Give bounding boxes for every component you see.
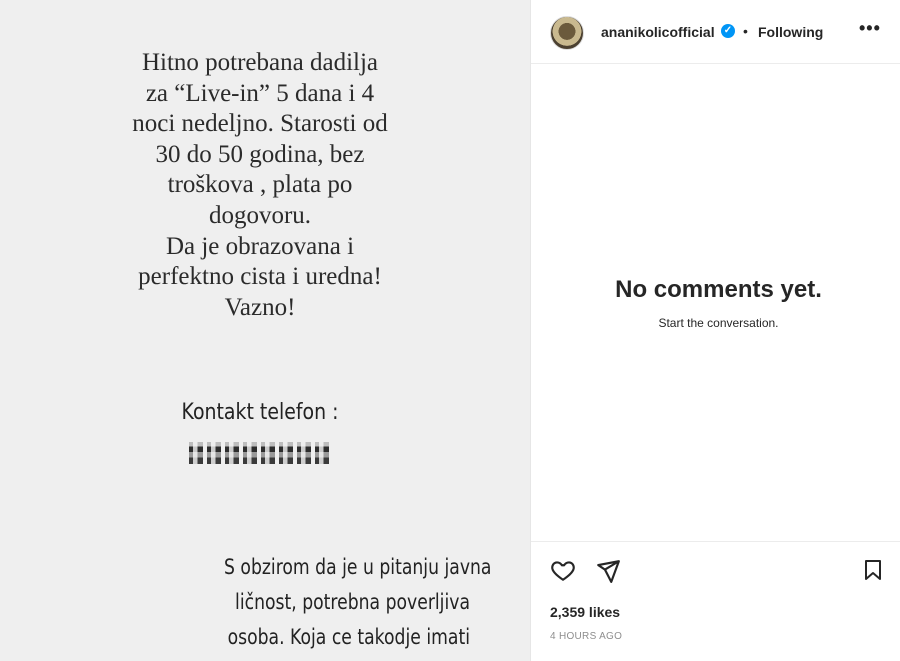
post-header: ananikolicofficial ✓ • Following •••: [531, 0, 900, 64]
ad-line: noci nedeljno. Starosti od: [132, 110, 388, 138]
pixelated-phone-number: [187, 441, 331, 465]
ad-text: Hitno potrebana dadilja za “Live-in” 5 d…: [70, 48, 450, 323]
footnote-line: S obzirom da je u pitanju javna: [224, 555, 492, 579]
ad-line: 30 do 50 godina, bez: [155, 140, 365, 168]
no-comments-title: No comments yet.: [615, 276, 822, 303]
ad-line: Da je obrazovana i: [165, 232, 355, 260]
ad-line: Hitno potrebana dadilja: [141, 49, 379, 76]
footnote-line: osoba. Koja ce takodje imati: [227, 625, 470, 649]
footnote-line: ličnost, potrebna poverljiva: [235, 590, 470, 614]
share-paper-plane-icon[interactable]: [595, 558, 621, 584]
ad-line: za “Live-in” 5 dana i 4: [145, 79, 375, 107]
ad-line: Vazno!: [224, 293, 296, 321]
contact-label: Kontakt telefon :: [181, 400, 339, 425]
ad-line: troškova , plata po: [167, 171, 353, 199]
separator-dot: •: [743, 23, 748, 39]
following-button[interactable]: Following: [758, 24, 823, 40]
username-link[interactable]: ananikolicofficial: [601, 24, 715, 40]
save-bookmark-icon[interactable]: [861, 557, 885, 583]
post-side-panel: ananikolicofficial ✓ • Following ••• No …: [530, 0, 900, 661]
start-conversation-text: Start the conversation.: [658, 316, 779, 330]
more-options-icon[interactable]: •••: [859, 18, 881, 39]
ad-line: dogovoru.: [208, 201, 312, 229]
post-timestamp[interactable]: 4 HOURS AGO: [550, 631, 622, 642]
avatar[interactable]: [550, 16, 584, 50]
post-image: Hitno potrebana dadilja za “Live-in” 5 d…: [0, 0, 530, 661]
likes-count[interactable]: 2,359 likes: [550, 604, 620, 620]
actions-divider: [531, 541, 900, 542]
like-heart-icon[interactable]: [549, 557, 577, 583]
ad-line: perfektno cista i uredna!: [138, 263, 382, 291]
verified-badge-icon: ✓: [721, 24, 735, 38]
footnote-text: S obzirom da je u pitanju javna ličnost,…: [170, 550, 492, 655]
